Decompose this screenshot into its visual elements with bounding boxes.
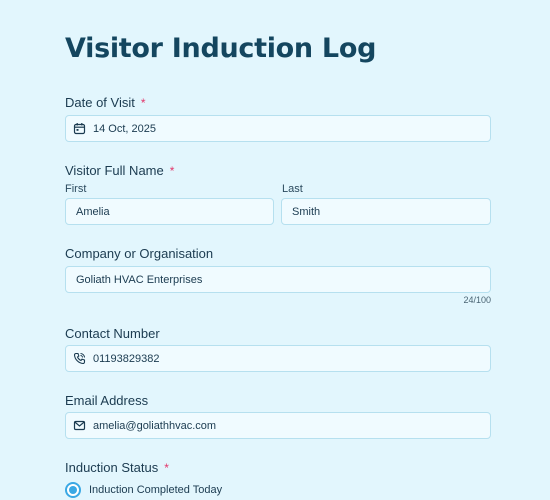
radio-selected-dot	[69, 486, 77, 494]
induction-option-label: Induction Completed Today	[89, 484, 223, 496]
required-marker: *	[169, 164, 175, 178]
first-name-value: Amelia	[76, 205, 110, 218]
date-field[interactable]: 14 Oct, 2025	[65, 115, 491, 142]
company-value: Goliath HVAC Enterprises	[76, 273, 203, 286]
email-label: Email Address	[65, 393, 149, 408]
phone-icon	[73, 352, 86, 365]
mail-icon	[73, 419, 86, 432]
contact-value: 01193829382	[93, 352, 160, 365]
required-marker: *	[164, 461, 169, 475]
page-title: Visitor Induction Log	[65, 33, 377, 64]
date-value: 14 Oct, 2025	[93, 122, 156, 135]
date-label: Date of Visit *	[65, 95, 146, 110]
last-name-input[interactable]: Smith	[281, 198, 491, 225]
company-input[interactable]: Goliath HVAC Enterprises	[65, 266, 491, 293]
character-counter: 24/100	[463, 295, 491, 305]
contact-input[interactable]: 01193829382	[65, 345, 491, 372]
induction-label: Induction Status *	[65, 460, 169, 475]
email-value: amelia@goliathhvac.com	[93, 419, 217, 432]
contact-label: Contact Number	[65, 326, 160, 341]
calendar-icon	[73, 122, 86, 135]
first-name-input[interactable]: Amelia	[65, 198, 274, 225]
required-marker: *	[140, 96, 146, 110]
induction-option-completed[interactable]: Induction Completed Today	[65, 482, 222, 498]
name-label-text: Visitor Full Name	[65, 163, 164, 178]
radio-button[interactable]	[65, 482, 81, 498]
first-name-sublabel: First	[65, 183, 87, 195]
date-label-text: Date of Visit	[65, 95, 135, 110]
company-label: Company or Organisation	[65, 246, 214, 261]
induction-label-text: Induction Status	[65, 460, 159, 475]
last-name-value: Smith	[292, 205, 321, 218]
last-name-sublabel: Last	[282, 183, 303, 195]
email-input[interactable]: amelia@goliathhvac.com	[65, 412, 491, 439]
name-label: Visitor Full Name *	[65, 163, 174, 178]
